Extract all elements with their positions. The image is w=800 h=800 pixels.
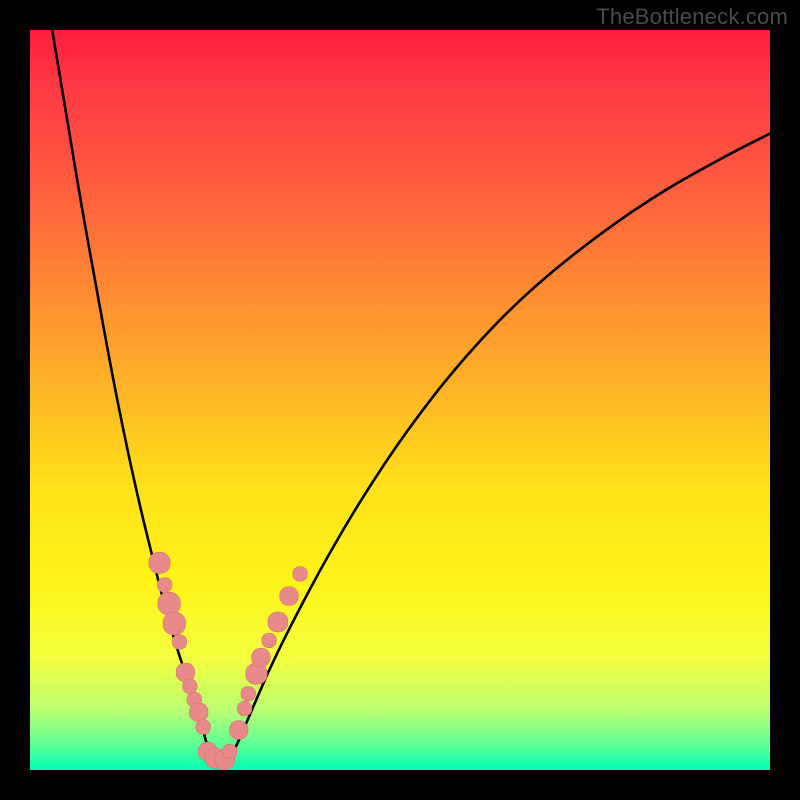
data-marker — [149, 552, 170, 573]
data-marker — [222, 744, 237, 759]
data-marker — [189, 703, 208, 722]
series-path-right-branch — [230, 134, 770, 759]
series-path-left-branch — [52, 30, 211, 759]
curve-layer — [52, 30, 770, 759]
data-marker — [237, 701, 252, 716]
data-marker — [163, 612, 186, 635]
marker-layer — [149, 552, 308, 769]
data-marker — [262, 633, 277, 648]
data-marker — [268, 612, 288, 632]
watermark-text: TheBottleneck.com — [596, 4, 788, 30]
data-marker — [196, 720, 211, 735]
data-marker — [157, 578, 172, 593]
data-marker — [241, 686, 256, 701]
data-marker — [252, 648, 271, 667]
data-marker — [293, 567, 308, 582]
data-marker — [183, 679, 198, 694]
data-marker — [229, 721, 248, 740]
data-marker — [172, 635, 187, 650]
data-marker — [158, 592, 181, 615]
outer-frame: TheBottleneck.com — [0, 0, 800, 800]
chart-svg — [30, 30, 770, 770]
data-marker — [176, 663, 195, 682]
data-marker — [280, 587, 299, 606]
plot-area — [30, 30, 770, 770]
